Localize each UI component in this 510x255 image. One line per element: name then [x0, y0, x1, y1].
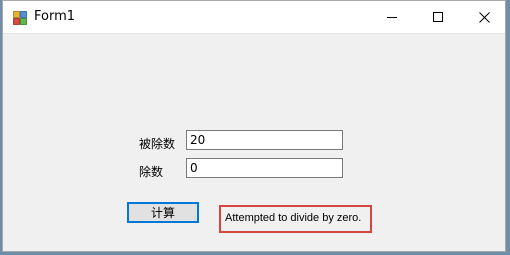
maximize-button[interactable]: [415, 1, 461, 33]
window-title: Form1: [34, 9, 76, 24]
title-bar[interactable]: Form1: [3, 1, 505, 34]
form-client-area: 被除数 除数 计算 Attempted to divide by zero.: [3, 34, 505, 251]
winforms-app-icon: [13, 11, 27, 25]
dividend-label: 被除数: [139, 137, 176, 151]
close-icon: [478, 11, 490, 23]
form1-window: Form1 被除数 除数 计算 Attempted to divide by z…: [2, 0, 506, 252]
divisor-input[interactable]: [186, 158, 343, 178]
result-label: Attempted to divide by zero.: [225, 212, 362, 224]
minimize-icon: [387, 17, 397, 18]
divisor-label: 除数: [139, 165, 164, 179]
calculate-button[interactable]: 计算: [127, 202, 199, 223]
result-highlight-box: Attempted to divide by zero.: [219, 205, 372, 233]
dividend-input[interactable]: [186, 130, 343, 150]
minimize-button[interactable]: [369, 1, 415, 33]
maximize-icon: [433, 12, 443, 22]
close-button[interactable]: [461, 1, 507, 33]
